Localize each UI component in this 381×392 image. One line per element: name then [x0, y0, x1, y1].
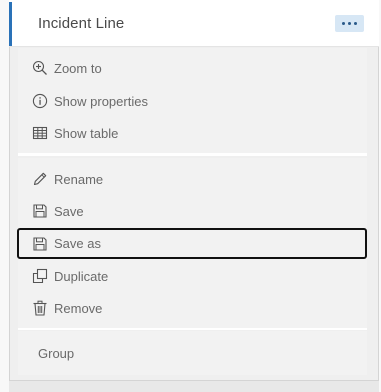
more-dot-icon — [354, 22, 357, 25]
info-icon — [32, 93, 48, 109]
menu-item-label: Rename — [54, 171, 104, 187]
layer-title: Incident Line — [38, 15, 125, 32]
menu-item-label: Remove — [54, 300, 103, 316]
menu-item-label: Duplicate — [54, 268, 109, 284]
pencil-icon — [32, 171, 48, 187]
duplicate-icon — [32, 268, 48, 284]
group-section[interactable]: Group — [18, 331, 367, 375]
menu-item-label: Save — [54, 203, 84, 219]
zoom-in-icon — [32, 60, 48, 76]
menu-item-label: Show properties — [54, 93, 148, 109]
menu-item-label: Zoom to — [54, 60, 102, 76]
more-options-button[interactable] — [335, 15, 364, 32]
menu-item-zoom-to[interactable]: Zoom to — [18, 53, 367, 83]
save-as-icon — [32, 236, 48, 252]
menu-item-save[interactable]: Save — [18, 196, 367, 226]
menu-item-remove[interactable]: Remove — [18, 293, 367, 323]
edit-actions-section: Rename Save Save as Duplicate Remove — [17, 158, 367, 328]
more-dot-icon — [348, 22, 351, 25]
section-divider — [18, 154, 367, 156]
layer-options-panel: Incident Line Zoom to Show properties Sh… — [0, 0, 381, 392]
menu-item-save-as[interactable]: Save as — [17, 228, 367, 259]
layer-header[interactable]: Incident Line — [9, 0, 379, 47]
menu-item-duplicate[interactable]: Duplicate — [18, 261, 367, 291]
table-icon — [32, 125, 48, 141]
save-icon — [32, 203, 48, 219]
menu-item-label: Show table — [54, 125, 119, 141]
selection-accent-bar — [9, 2, 12, 46]
menu-item-show-table[interactable]: Show table — [18, 118, 367, 148]
menu-item-rename[interactable]: Rename — [18, 164, 367, 194]
more-dot-icon — [342, 22, 345, 25]
panel-bottom-edge — [9, 380, 379, 392]
trash-icon — [32, 300, 48, 316]
menu-item-label: Save as — [54, 236, 101, 251]
menu-item-show-properties[interactable]: Show properties — [18, 86, 367, 116]
view-actions-section: Zoom to Show properties Show table — [18, 48, 367, 154]
section-divider — [18, 328, 367, 330]
group-label: Group — [38, 346, 75, 361]
